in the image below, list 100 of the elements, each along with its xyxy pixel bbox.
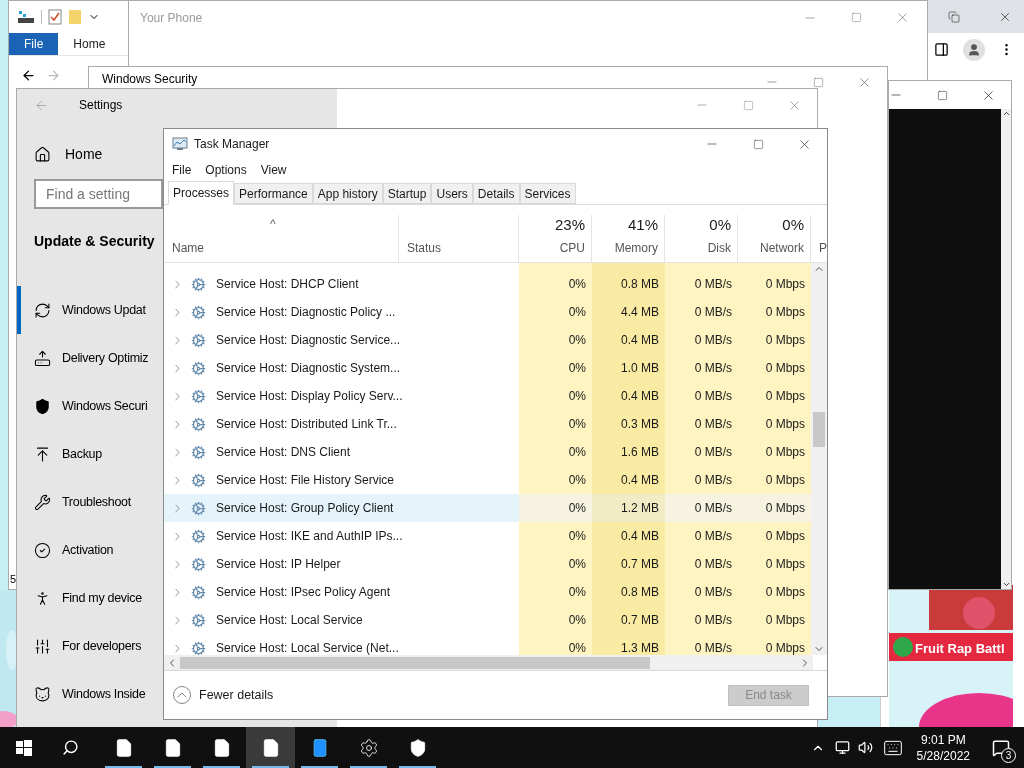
maximize-icon[interactable]	[850, 12, 862, 23]
window-title: Your Phone	[140, 9, 203, 27]
metric-cell: 0%	[519, 494, 592, 522]
nav-item[interactable]: For developers	[17, 622, 164, 670]
home-icon[interactable]	[34, 145, 51, 163]
menu-item[interactable]: File	[172, 161, 192, 179]
process-row[interactable]: Service Host: Distributed Link Tr... 0% 0.3 MB 0 MB/s 0 Mbps	[164, 410, 812, 438]
process-name: Service Host: IP Helper	[216, 556, 341, 573]
maximize-icon[interactable]	[752, 138, 764, 150]
network-icon[interactable]	[834, 740, 850, 755]
process-name: Service Host: Local Service (Net...	[216, 640, 399, 655]
metric-cell: 0%	[519, 466, 592, 494]
folder-icon	[68, 9, 82, 25]
tab[interactable]: Services	[519, 183, 576, 204]
maximize-icon[interactable]	[936, 89, 948, 101]
process-name: Service Host: Display Policy Serv...	[216, 388, 403, 405]
nav-item[interactable]: Windows Inside	[17, 670, 164, 718]
process-row[interactable]: Service Host: IKE and AuthIP IPs... 0% 0.4 MB 0 MB/s 0 Mbps	[164, 522, 812, 550]
fewer-details-link[interactable]: Fewer details	[199, 685, 274, 705]
metric-cell: 0%	[519, 354, 592, 382]
vertical-scrollbar[interactable]	[811, 263, 827, 655]
metric-cell: 0 Mbps	[738, 382, 811, 410]
column-header[interactable]: 41% Memory	[592, 215, 665, 262]
settings-icon	[358, 737, 379, 758]
nav-item[interactable]: Delivery Optimiz	[17, 334, 164, 382]
status-text: 5	[10, 572, 17, 587]
column-header[interactable]: 0% Disk	[665, 215, 738, 262]
process-row[interactable]: Service Host: Display Policy Serv... 0% 0.4 MB 0 MB/s 0 Mbps	[164, 382, 812, 410]
metric-cell: 0 Mbps	[738, 522, 811, 550]
search-field[interactable]: Find a setting	[34, 179, 163, 209]
side-panel-icon[interactable]	[934, 42, 949, 57]
metric-cell: 0 Mbps	[738, 494, 811, 522]
scroll-thumb[interactable]	[180, 656, 650, 669]
banner-title: Fruit Rap Battl	[915, 640, 1005, 658]
maximize-icon[interactable]	[742, 99, 754, 111]
process-name: Service Host: Diagnostic Policy ...	[216, 304, 396, 321]
column-header[interactable]: 23% CPU	[519, 215, 592, 262]
metric-cell: 0%	[519, 606, 592, 634]
column-label: Name	[172, 240, 204, 257]
tab[interactable]: Details	[472, 183, 520, 204]
metric-cell: 0 MB/s	[665, 382, 738, 410]
tab[interactable]: Startup	[382, 183, 432, 204]
process-row[interactable]: Service Host: Local Service 0% 0.7 MB 0 MB/s 0 Mbps	[164, 606, 812, 634]
process-row[interactable]: Service Host: Diagnostic Policy ... 0% 4.4 MB 0 MB/s 0 Mbps	[164, 298, 812, 326]
vertical-scrollbar[interactable]	[1001, 109, 1011, 589]
metric-cell: 0 MB/s	[665, 494, 738, 522]
tab[interactable]: Processes	[168, 181, 235, 205]
nav-item[interactable]: Find my device	[17, 574, 164, 622]
column-label: Memory	[614, 240, 658, 257]
menu-item[interactable]: Options	[205, 161, 247, 179]
column-header[interactable]: 0% Network	[738, 215, 811, 262]
scroll-down-icon[interactable]	[1001, 580, 1011, 589]
column-label: Status	[407, 240, 442, 257]
column-header[interactable]: P	[811, 215, 827, 262]
volume-icon[interactable]	[857, 740, 873, 755]
nav-item[interactable]: Windows Securi	[17, 382, 164, 430]
nav-item[interactable]: Activation	[17, 526, 164, 574]
ribbon-tab[interactable]: File	[9, 33, 59, 55]
sliders-icon	[34, 637, 51, 655]
menu-item[interactable]: View	[260, 161, 287, 179]
metric-cell: 0 Mbps	[738, 410, 811, 438]
taskbar-app[interactable]	[246, 727, 295, 768]
window-title: Settings	[79, 97, 123, 114]
process-row[interactable]: Service Host: Diagnostic Service... 0% 0.4 MB 0 MB/s 0 Mbps	[164, 326, 812, 354]
sync-icon	[34, 301, 51, 319]
ribbon-tab[interactable]: Home	[58, 33, 121, 55]
metric-cell: 0 MB/s	[665, 466, 738, 494]
search-icon[interactable]	[62, 739, 79, 756]
sort-caret: ^	[270, 216, 276, 233]
metric-cell: 0.4 MB	[592, 382, 665, 410]
column-header[interactable]: Status	[399, 215, 519, 262]
column-header[interactable]: ^ Name	[164, 215, 399, 262]
process-row[interactable]: Service Host: IP Helper 0% 0.7 MB 0 MB/s 0 Mbps	[164, 550, 812, 578]
tab[interactable]: App history	[312, 183, 383, 204]
windows-logo-icon[interactable]	[16, 739, 32, 756]
process-row[interactable]: Service Host: DNS Client 0% 1.6 MB 0 MB/s 0 Mbps	[164, 438, 812, 466]
tab[interactable]: Users	[431, 183, 473, 204]
horizontal-scrollbar[interactable]	[164, 655, 813, 670]
process-row[interactable]: Service Host: IPsec Policy Agent 0% 0.8 MB 0 MB/s 0 Mbps	[164, 578, 812, 606]
back-icon[interactable]	[21, 68, 36, 83]
maximize-icon[interactable]	[812, 76, 824, 88]
restore-icon[interactable]	[948, 10, 960, 23]
clock[interactable]: 9:01 PM 5/28/2022	[916, 731, 970, 764]
process-row[interactable]: Service Host: DHCP Client 0% 0.8 MB 0 MB/s 0 Mbps	[164, 270, 812, 298]
metric-cell: 0%	[519, 634, 592, 655]
nav-item[interactable]: Backup	[17, 430, 164, 478]
metric-cell: 1.2 MB	[592, 494, 665, 522]
process-row[interactable]: Service Host: File History Service 0% 0.4 MB 0 MB/s 0 Mbps	[164, 466, 812, 494]
tab[interactable]: Performance	[234, 183, 313, 204]
gear-icon	[191, 332, 206, 348]
forward-icon[interactable]	[46, 68, 61, 83]
scroll-up-icon[interactable]	[1001, 109, 1011, 118]
process-row[interactable]: Service Host: Diagnostic System... 0% 1.0 MB 0 MB/s 0 Mbps	[164, 354, 812, 382]
metric-cell: 0.7 MB	[592, 606, 665, 634]
nav-link[interactable]: Home	[65, 143, 103, 165]
process-name: Service Host: DNS Client	[216, 444, 351, 461]
nav-item[interactable]: Troubleshoot	[17, 478, 164, 526]
usage-percent: 41%	[627, 214, 658, 235]
scroll-thumb[interactable]	[813, 411, 825, 447]
profile-avatar[interactable]	[963, 38, 985, 61]
